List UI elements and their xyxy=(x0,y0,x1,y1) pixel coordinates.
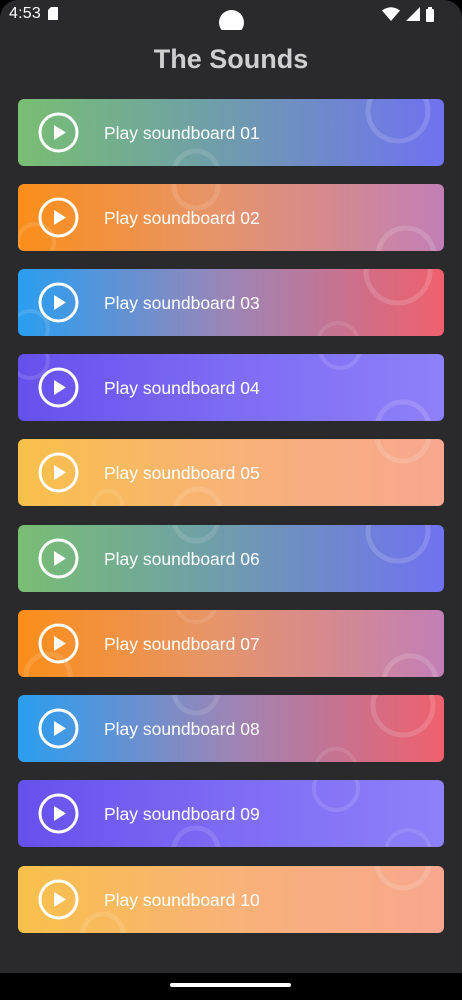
play-circle-icon xyxy=(38,623,79,664)
play-circle-icon xyxy=(38,452,79,493)
soundboard-button-02[interactable]: Play soundboard 02 xyxy=(18,184,444,251)
signal-icon xyxy=(406,7,420,21)
soundboard-button-03[interactable]: Play soundboard 03 xyxy=(18,269,444,336)
battery-icon xyxy=(426,6,434,22)
app-screen: 4:53 The Sounds Play soundboard 01 Play … xyxy=(0,0,462,1000)
soundboard-label: Play soundboard 04 xyxy=(104,378,260,398)
play-circle-icon xyxy=(38,282,79,323)
sd-card-icon xyxy=(48,7,58,20)
wifi-icon xyxy=(382,7,400,21)
soundboard-button-07[interactable]: Play soundboard 07 xyxy=(18,610,444,677)
soundboard-label: Play soundboard 01 xyxy=(104,123,260,143)
play-circle-icon xyxy=(38,367,79,408)
play-circle-icon xyxy=(38,197,79,238)
soundboard-button-09[interactable]: Play soundboard 09 xyxy=(18,780,444,847)
soundboard-button-10[interactable]: Play soundboard 10 xyxy=(18,866,444,933)
home-indicator[interactable] xyxy=(170,983,291,987)
play-circle-icon xyxy=(38,793,79,834)
page-title: The Sounds xyxy=(153,44,309,74)
status-time: 4:53 xyxy=(9,5,41,22)
play-circle-icon xyxy=(38,708,79,749)
soundboard-button-05[interactable]: Play soundboard 05 xyxy=(18,439,444,506)
soundboard-button-01[interactable]: Play soundboard 01 xyxy=(18,99,444,166)
soundboard-label: Play soundboard 05 xyxy=(104,463,260,483)
soundboard-label: Play soundboard 02 xyxy=(104,208,260,228)
play-circle-icon xyxy=(38,538,79,579)
navigation-bar xyxy=(0,973,462,1000)
soundboard-label: Play soundboard 10 xyxy=(104,890,260,910)
soundboard-button-06[interactable]: Play soundboard 06 xyxy=(18,525,444,592)
soundboard-button-04[interactable]: Play soundboard 04 xyxy=(18,354,444,421)
play-circle-icon xyxy=(38,879,79,920)
soundboard-label: Play soundboard 08 xyxy=(104,719,260,739)
status-bar: 4:53 xyxy=(0,0,462,35)
status-icons xyxy=(382,5,434,23)
soundboard-button-08[interactable]: Play soundboard 08 xyxy=(18,695,444,762)
soundboard-label: Play soundboard 06 xyxy=(104,549,260,569)
soundboard-label: Play soundboard 03 xyxy=(104,293,260,313)
app-bar: The Sounds xyxy=(0,30,462,92)
play-circle-icon xyxy=(38,112,79,153)
soundboard-label: Play soundboard 07 xyxy=(104,634,260,654)
soundboard-label: Play soundboard 09 xyxy=(104,804,260,824)
